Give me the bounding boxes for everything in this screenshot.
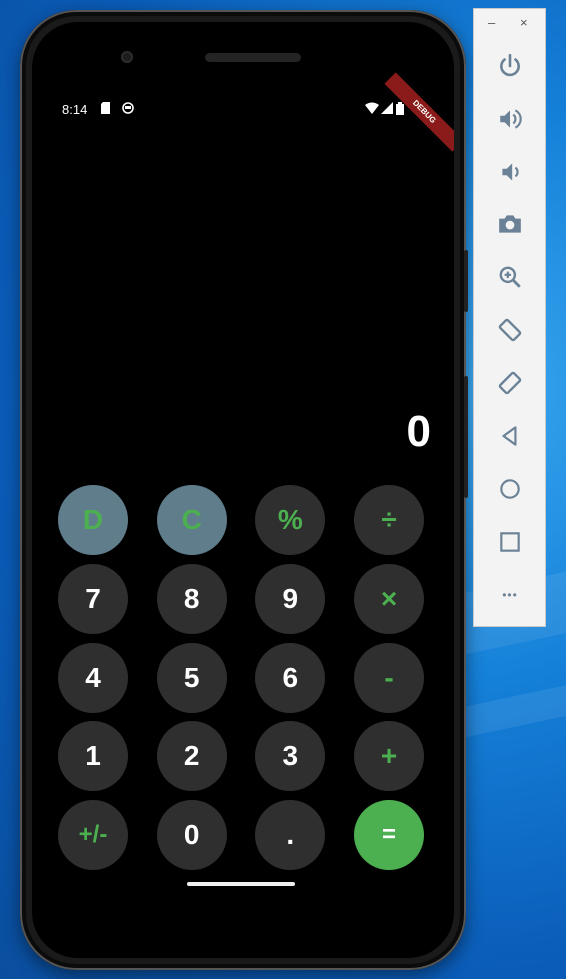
- home-circle-icon: [500, 479, 520, 499]
- clear-key[interactable]: C: [156, 485, 227, 555]
- back-triangle-icon: [502, 426, 517, 446]
- digit-1-key[interactable]: 1: [58, 721, 128, 791]
- overview-button[interactable]: [494, 526, 526, 558]
- volume-down-button[interactable]: [494, 156, 526, 188]
- rotate-right-button[interactable]: [494, 367, 526, 399]
- volume-up-icon: [500, 109, 522, 129]
- calculator-display: 0: [406, 407, 431, 456]
- digit-0-key[interactable]: 0: [156, 800, 227, 870]
- volume-up-button[interactable]: [494, 103, 526, 135]
- battery-icon: [396, 102, 404, 115]
- minimize-button[interactable]: –: [488, 15, 495, 30]
- rotate-left-icon: [498, 318, 522, 342]
- more-dots-icon: •••: [502, 588, 518, 602]
- back-button[interactable]: [494, 420, 526, 452]
- debug-banner: DEBUG: [384, 72, 454, 152]
- wifi-icon: [365, 102, 379, 114]
- camera-icon: [499, 215, 521, 233]
- close-button[interactable]: ×: [520, 15, 528, 30]
- delete-key[interactable]: D: [58, 485, 128, 555]
- home-button[interactable]: [494, 473, 526, 505]
- more-options-button[interactable]: •••: [494, 579, 526, 611]
- digit-6-key[interactable]: 6: [255, 643, 326, 713]
- negate-key[interactable]: +/-: [58, 800, 128, 870]
- phone-side-button: [464, 376, 468, 498]
- equals-key[interactable]: =: [354, 800, 424, 870]
- volume-down-icon: [502, 163, 519, 181]
- add-key[interactable]: +: [354, 721, 424, 791]
- divide-key[interactable]: ÷: [354, 485, 424, 555]
- overview-square-icon: [500, 532, 520, 552]
- rotate-right-icon: [498, 371, 522, 395]
- multiply-key[interactable]: ×: [354, 564, 424, 634]
- power-button[interactable]: [494, 50, 526, 82]
- phone-side-button: [464, 250, 468, 312]
- percent-key[interactable]: %: [255, 485, 326, 555]
- screenshot-button[interactable]: [494, 208, 526, 240]
- digit-3-key[interactable]: 3: [255, 721, 326, 791]
- decimal-key[interactable]: .: [255, 800, 326, 870]
- front-camera: [121, 51, 133, 63]
- digit-5-key[interactable]: 5: [156, 643, 227, 713]
- power-icon: [500, 53, 520, 77]
- zoom-button[interactable]: [494, 261, 526, 293]
- rotate-left-button[interactable]: [494, 314, 526, 346]
- status-time: 8:14: [62, 102, 88, 117]
- subtract-key[interactable]: -: [354, 643, 424, 713]
- digit-8-key[interactable]: 8: [156, 564, 227, 634]
- home-indicator[interactable]: [187, 882, 295, 886]
- phone-screen: 8:14 DEBUG 0 D C % ÷ 7 8 9 × 4 5 6 - 1 2…: [32, 22, 454, 958]
- sd-card-icon: [101, 102, 110, 114]
- cell-signal-icon: [381, 102, 393, 114]
- emulator-toolbar: – × •••: [473, 8, 546, 627]
- emulator-phone: 8:14 DEBUG 0 D C % ÷ 7 8 9 × 4 5 6 - 1 2…: [20, 10, 468, 970]
- notification-face-icon: [122, 102, 134, 114]
- zoom-in-icon: [499, 266, 521, 288]
- earpiece-speaker: [205, 53, 301, 62]
- digit-4-key[interactable]: 4: [58, 643, 128, 713]
- digit-9-key[interactable]: 9: [255, 564, 326, 634]
- digit-2-key[interactable]: 2: [156, 721, 227, 791]
- digit-7-key[interactable]: 7: [58, 564, 128, 634]
